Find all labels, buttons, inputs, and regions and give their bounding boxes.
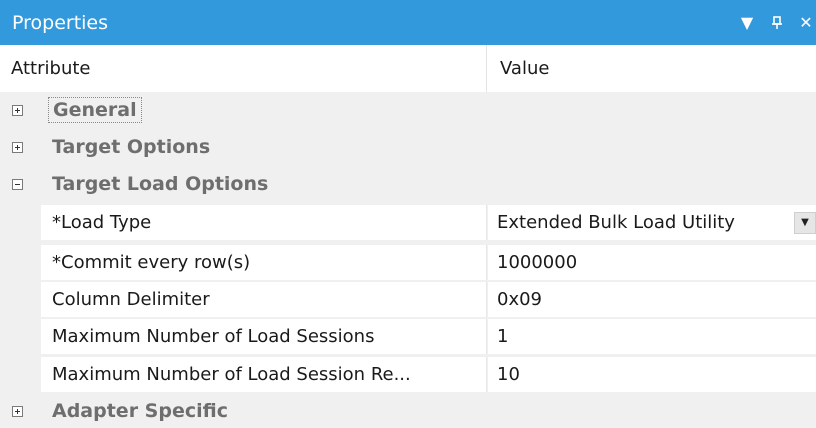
expand-icon[interactable]	[12, 141, 23, 153]
panel-title: Properties	[12, 11, 109, 34]
category-row-target-load-options[interactable]: Target Load Options	[0, 166, 816, 202]
properties-panel: Properties ▼ ✕ Attribute Value General T…	[0, 0, 816, 428]
property-row-max-load-session-retries[interactable]: Maximum Number of Load Session Re... 10	[0, 356, 816, 392]
property-value-select[interactable]: Extended Bulk Load Utility ▼	[488, 204, 816, 240]
category-label: General	[48, 97, 142, 123]
column-header: Attribute Value	[0, 45, 816, 93]
category-label: Target Options	[52, 136, 211, 158]
expand-icon[interactable]	[12, 104, 23, 116]
category-label: Adapter Specific	[52, 400, 228, 422]
panel-titlebar: Properties ▼ ✕	[0, 0, 816, 45]
property-row-load-type[interactable]: *Load Type Extended Bulk Load Utility ▼	[0, 204, 816, 240]
category-row-general[interactable]: General	[0, 92, 816, 128]
window-menu-dropdown-icon[interactable]: ▼	[734, 0, 760, 45]
property-value-input[interactable]: 1	[488, 318, 816, 354]
property-name: *Commit every row(s)	[41, 244, 487, 280]
close-icon[interactable]: ✕	[796, 0, 816, 45]
property-name: Maximum Number of Load Sessions	[41, 318, 487, 354]
property-row-max-load-sessions[interactable]: Maximum Number of Load Sessions 1	[0, 318, 816, 354]
property-row-commit-every-rows[interactable]: *Commit every row(s) 1000000	[0, 244, 816, 280]
property-row-column-delimiter[interactable]: Column Delimiter 0x09	[0, 281, 816, 317]
category-row-target-options[interactable]: Target Options	[0, 129, 816, 165]
column-header-attribute[interactable]: Attribute	[0, 45, 487, 92]
property-value-input[interactable]: 1000000	[488, 244, 816, 280]
dropdown-arrow-icon[interactable]: ▼	[794, 211, 816, 234]
pin-icon[interactable]	[766, 0, 788, 45]
property-value-input[interactable]: 10	[488, 356, 816, 392]
category-label: Target Load Options	[52, 173, 269, 195]
property-value: Extended Bulk Load Utility	[497, 211, 735, 233]
property-name: Column Delimiter	[41, 281, 487, 317]
property-name: Maximum Number of Load Session Re...	[41, 356, 487, 392]
property-value-input[interactable]: 0x09	[488, 281, 816, 317]
category-row-adapter-specific[interactable]: Adapter Specific	[0, 393, 816, 428]
property-name: *Load Type	[41, 204, 487, 240]
expand-icon[interactable]	[12, 405, 23, 417]
collapse-icon[interactable]	[12, 178, 23, 190]
column-header-value[interactable]: Value	[487, 45, 549, 92]
